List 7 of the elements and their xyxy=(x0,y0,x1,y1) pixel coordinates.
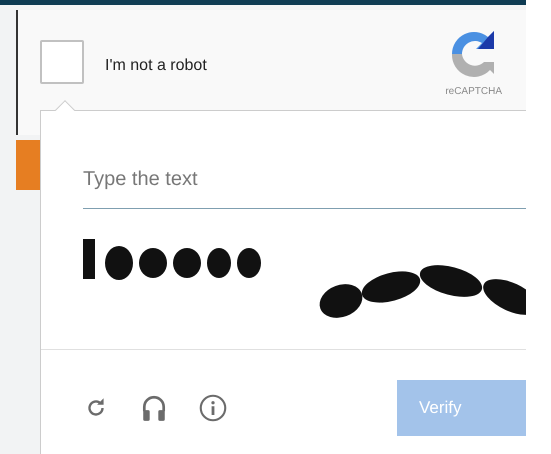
checkbox-label: I'm not a robot xyxy=(105,56,207,76)
headphones-icon[interactable] xyxy=(141,394,167,422)
brand-label: reCAPTCHA xyxy=(445,85,502,99)
info-icon[interactable] xyxy=(199,394,227,422)
robot-checkbox[interactable] xyxy=(40,40,84,84)
verify-button[interactable]: Verify xyxy=(397,380,526,436)
button-edge xyxy=(16,140,42,190)
